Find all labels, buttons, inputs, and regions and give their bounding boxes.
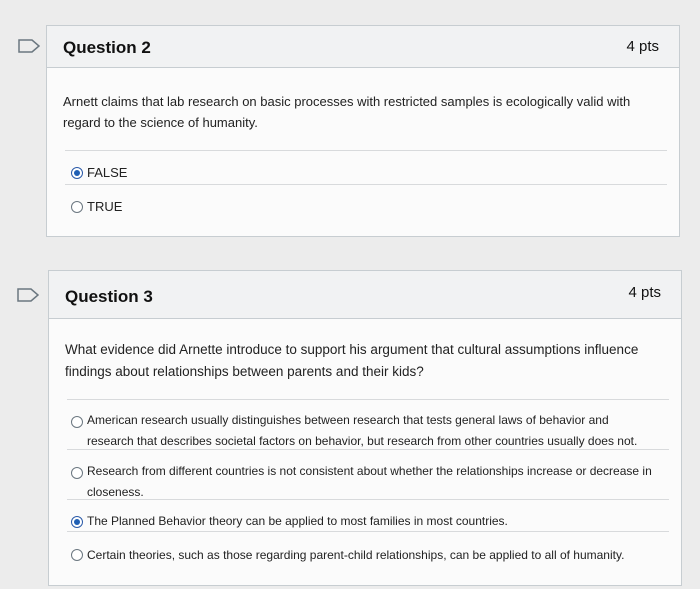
question-card-3: Question 3 4 pts What evidence did Arnet… — [48, 270, 682, 586]
answer-label: American research usually distinguishes … — [87, 413, 638, 448]
question-text: What evidence did Arnette introduce to s… — [65, 342, 639, 379]
answer-option[interactable]: FALSE — [65, 150, 667, 184]
question-title: Question 3 — [65, 287, 153, 306]
question-card-2: Question 2 4 pts Arnett claims that lab … — [46, 25, 680, 237]
question-title: Question 2 — [63, 38, 151, 57]
question-header: Question 2 4 pts — [47, 26, 679, 68]
answer-label: Research from different countries is not… — [87, 464, 652, 499]
answer-option[interactable]: Certain theories, such as those regardin… — [67, 531, 669, 565]
answer-label: FALSE — [87, 165, 128, 180]
radio-button-icon[interactable] — [71, 167, 83, 179]
answer-label: Certain theories, such as those regardin… — [87, 548, 625, 562]
question-points: 4 pts — [626, 38, 659, 55]
answer-option[interactable]: The Planned Behavior theory can be appli… — [67, 499, 669, 531]
flag-question-icon[interactable] — [17, 288, 39, 302]
answer-option[interactable]: Research from different countries is not… — [67, 449, 669, 499]
question-points: 4 pts — [628, 284, 661, 301]
question-header: Question 3 4 pts — [49, 271, 681, 319]
answer-label: The Planned Behavior theory can be appli… — [87, 514, 508, 528]
answer-option[interactable]: American research usually distinguishes … — [67, 399, 669, 449]
radio-button-icon[interactable] — [71, 516, 83, 528]
question-text: Arnett claims that lab research on basic… — [63, 94, 631, 130]
radio-button-icon[interactable] — [71, 201, 83, 213]
answer-option[interactable]: TRUE — [65, 184, 667, 218]
radio-button-icon[interactable] — [71, 467, 83, 479]
radio-button-icon[interactable] — [71, 416, 83, 428]
answer-label: TRUE — [87, 199, 123, 214]
flag-question-icon[interactable] — [18, 39, 40, 53]
radio-button-icon[interactable] — [71, 549, 83, 561]
